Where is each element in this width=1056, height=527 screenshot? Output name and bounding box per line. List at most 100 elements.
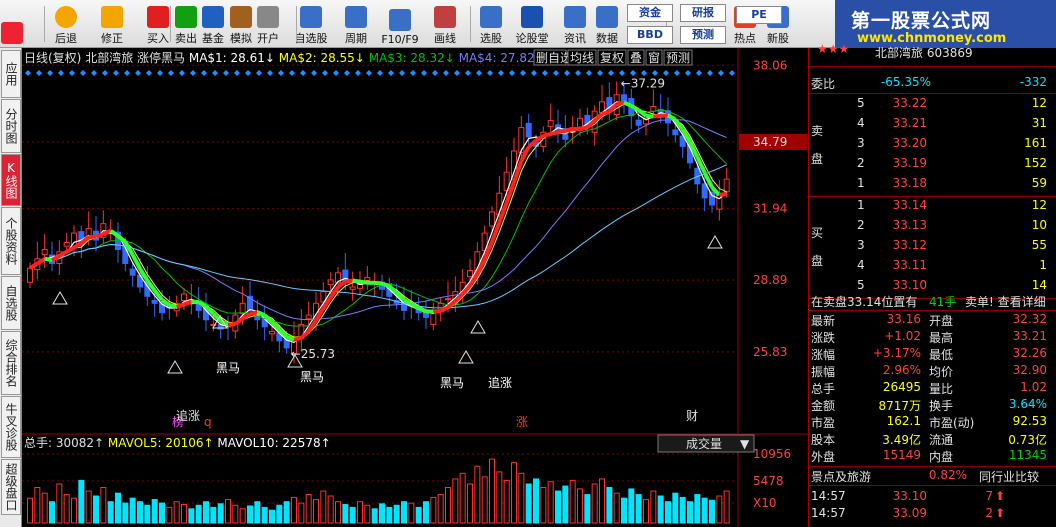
toolbar-watchlist-button[interactable]: 自选股	[292, 2, 330, 46]
candle-body	[41, 248, 48, 256]
volume-bar	[606, 487, 613, 524]
candle-body	[723, 178, 730, 193]
volume-bar	[71, 497, 77, 524]
volume-bar	[386, 506, 393, 524]
toolbar-small-button[interactable]: 预测	[680, 26, 726, 44]
tick-up-arrow-icon: ⬆	[995, 506, 1006, 520]
signal-diamond-icon	[663, 70, 669, 76]
signal-diamond-icon	[267, 70, 273, 76]
chart-header: 日线(复权) 北部湾旅 涨停黑马 MA$1: 28.61↓ MA$2: 28.5…	[24, 50, 606, 65]
left-tab-5[interactable]: 综合排名	[1, 331, 21, 395]
toolbar-small-button[interactable]: BBD	[627, 26, 673, 44]
volume-bar	[342, 504, 349, 524]
toolbar-back-button[interactable]: 后退	[52, 2, 80, 46]
left-tab-6[interactable]: 牛叉诊股	[1, 396, 21, 458]
signal-diamond-icon	[454, 70, 460, 76]
candle-body	[518, 127, 525, 153]
volume-bar	[687, 501, 693, 524]
signal-diamond-icon	[619, 70, 625, 76]
volume-bar	[415, 506, 422, 524]
weibi-value: -332	[1019, 75, 1047, 89]
volume-bar	[511, 462, 517, 524]
left-tab-2[interactable]: K线图	[1, 154, 21, 206]
volume-bar	[364, 504, 371, 524]
toolbar-label: 模拟	[230, 32, 252, 45]
toolbar-label: 论股堂	[515, 32, 549, 45]
trend-band-segment	[176, 302, 185, 309]
weibi-label: 委比	[811, 77, 836, 91]
candle-body	[525, 122, 532, 138]
stat-value: 1.02	[1020, 380, 1047, 394]
left-tab-1[interactable]: 分时图	[1, 99, 21, 153]
volume-bar	[393, 504, 400, 524]
signal-diamond-icon	[223, 70, 229, 76]
left-tab-7[interactable]: 超级盘口	[1, 459, 21, 515]
toolbar-draw-line-button[interactable]: 画线	[426, 2, 464, 46]
volume-bar	[643, 499, 649, 524]
volume-bar	[239, 508, 246, 524]
signal-diamond-icon	[234, 70, 240, 76]
order-notice-volume: 41手	[929, 295, 957, 309]
kline-chart-panel[interactable]: 日线(复权) 北部湾旅 涨停黑马 MA$1: 28.61↓ MA$2: 28.5…	[22, 48, 808, 527]
trend-band-segment	[542, 132, 552, 138]
bid-volume: 55	[1031, 238, 1047, 252]
toolbar-small-button[interactable]: 研报	[680, 4, 726, 22]
toolbar-label: 买入	[147, 32, 169, 45]
toolbar-sell-button[interactable]: 卖出	[172, 2, 200, 46]
stat-value: 32.32	[1012, 312, 1047, 326]
trend-band-segment	[719, 191, 727, 197]
volume-bar	[85, 490, 92, 524]
signal-diamond-icon	[421, 70, 427, 76]
toolbar-stock-picker-button[interactable]: 选股	[472, 2, 510, 46]
signal-diamond-icon	[410, 70, 416, 76]
toolbar-fund-button[interactable]: 基金	[199, 2, 227, 46]
ask-price: 33.18	[892, 176, 927, 190]
signal-diamond-icon	[718, 70, 724, 76]
signal-diamond-icon	[377, 70, 383, 76]
signal-diamond-icon	[124, 70, 130, 76]
volume-bar	[540, 487, 547, 524]
volume-bar	[371, 508, 378, 524]
left-tab-3[interactable]: 个股资料	[1, 207, 21, 275]
signal-diamond-icon	[575, 70, 581, 76]
toolbar-simulate-button[interactable]: 模拟	[227, 2, 255, 46]
trend-band-segment	[227, 321, 236, 327]
volume-bar	[283, 501, 290, 524]
draw-line-icon	[434, 6, 456, 28]
toolbar-data-button[interactable]: 数据	[588, 2, 626, 46]
toolbar-label: 卖出	[175, 32, 197, 45]
toolbar-forum-button[interactable]: 论股堂	[513, 2, 551, 46]
toolbar-lock-button[interactable]: 开户	[254, 2, 282, 46]
signal-diamond-icon	[520, 70, 526, 76]
toolbar-period-button[interactable]: 周期	[337, 2, 375, 46]
peer-compare-button[interactable]: 同行业比较	[979, 468, 1039, 485]
event-marker: 涨	[516, 414, 528, 429]
watchlist-icon	[300, 6, 322, 28]
stat-label: 最高	[929, 331, 954, 345]
period-icon	[345, 6, 367, 28]
toolbar-grid-menu-button[interactable]	[0, 2, 26, 46]
volume-bar	[41, 492, 48, 524]
volume-bar	[723, 490, 730, 524]
volume-tick-label: X10	[753, 496, 777, 510]
signal-diamond-icon	[289, 70, 295, 76]
toolbar-buy-button[interactable]: 买入	[144, 2, 172, 46]
price-tick-label: 31.94	[753, 202, 787, 216]
kline-chart-svg[interactable]: 日线(复权) 北部湾旅 涨停黑马 MA$1: 28.61↓ MA$2: 28.5…	[22, 48, 808, 527]
toolbar-small-button[interactable]: PE	[736, 6, 782, 24]
toolbar-refresh-button[interactable]: 修正	[98, 2, 126, 46]
left-tab-0[interactable]: 应用	[1, 50, 21, 98]
volume-bar	[701, 497, 708, 524]
buy-icon	[147, 6, 169, 28]
signal-diamond-icon	[729, 70, 735, 76]
ask-volume: 59	[1031, 176, 1047, 190]
volume-bar	[151, 499, 158, 524]
stat-label: 最低	[929, 348, 954, 362]
left-tab-4[interactable]: 自选股	[1, 276, 21, 330]
trend-band-segment	[345, 278, 353, 284]
toolbar-label: 画线	[434, 32, 456, 45]
order-notice-detail-link[interactable]: 卖单! 查看详细	[965, 293, 1046, 310]
stock-title: 北部湾旅 603869	[875, 46, 973, 60]
toolbar-f10-button[interactable]: F10/F9	[381, 2, 419, 46]
toolbar-small-button[interactable]: 资金	[627, 4, 673, 22]
